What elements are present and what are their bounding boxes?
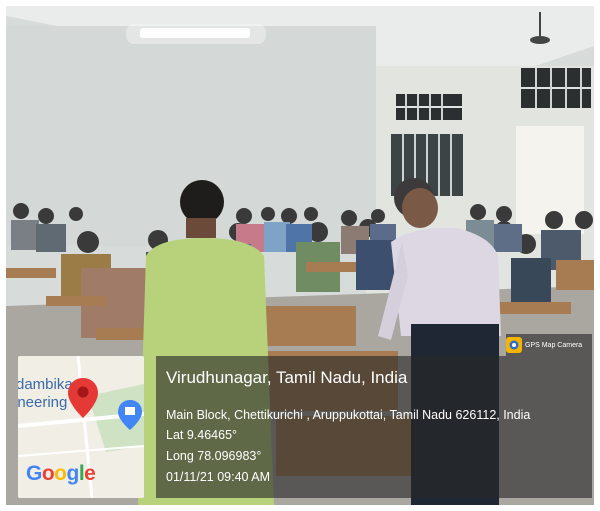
datetime-text: 01/11/21 09:40 AM: [166, 470, 271, 484]
location-info-panel: Virudhunagar, Tamil Nadu, India Main Blo…: [156, 356, 592, 498]
gps-camera-app-icon: [506, 337, 522, 353]
address-text: Main Block, Chettikurichi , Aruppukottai…: [166, 408, 531, 422]
map-thumbnail[interactable]: dambika ineering Google: [18, 356, 144, 498]
app-badge-label: GPS Map Camera: [525, 341, 583, 349]
latitude-text: Lat 9.46465°: [166, 428, 238, 442]
location-title: Virudhunagar, Tamil Nadu, India: [166, 368, 408, 387]
google-logo: Google: [26, 462, 96, 485]
ceiling-fan: [530, 36, 550, 44]
gps-overlay: GPS Map Camera dambika ineering Google V…: [18, 334, 592, 498]
location-pin-icon: [68, 378, 98, 418]
tube-light-glow: [126, 24, 266, 44]
map-label-line2: ineering: [18, 394, 68, 411]
poi-marker-icon: [118, 400, 142, 430]
app-badge: GPS Map Camera: [506, 334, 592, 356]
map-label-line1: dambika: [18, 376, 73, 393]
longitude-text: Long 78.096983°: [166, 449, 262, 463]
photo-frame: GPS Map Camera dambika ineering Google V…: [6, 6, 594, 505]
